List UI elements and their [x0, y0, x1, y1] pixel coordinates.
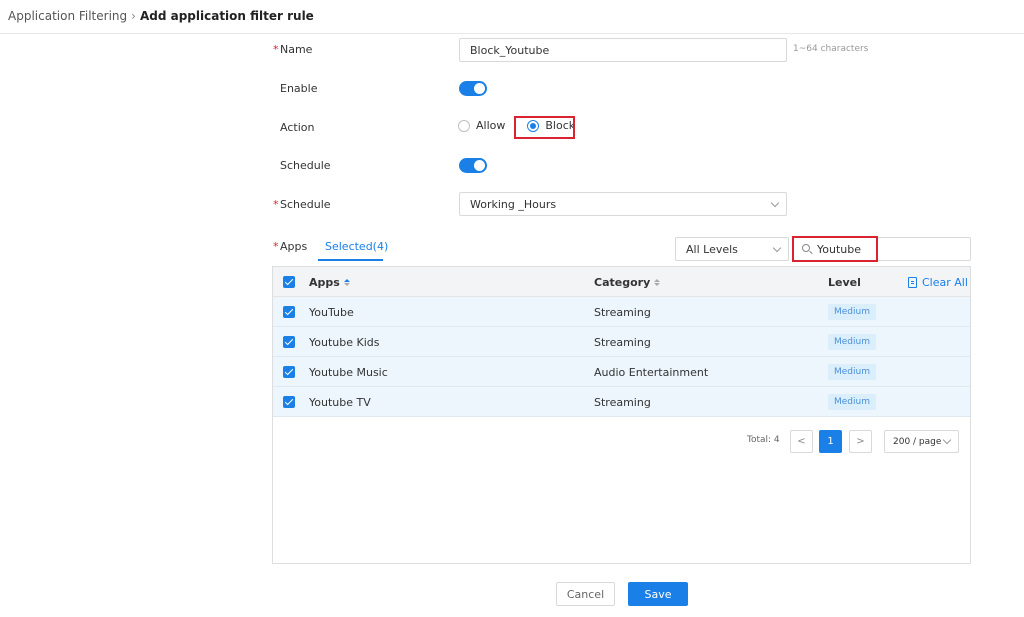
app-category: Streaming: [594, 335, 651, 349]
required-mark: *: [273, 198, 279, 211]
tab-selected[interactable]: Selected(4): [325, 240, 388, 253]
toggle-knob: [474, 83, 485, 94]
required-mark: *: [273, 43, 279, 56]
level-badge: Medium: [828, 394, 876, 410]
chevron-down-icon: [770, 198, 780, 208]
tab-active-indicator: [318, 259, 383, 261]
level-filter-value: All Levels: [686, 242, 738, 256]
table-row[interactable]: Youtube Kids Streaming Medium: [273, 327, 970, 357]
search-highlight-annotation: [792, 236, 878, 262]
schedule-select[interactable]: Working _Hours: [459, 192, 787, 216]
clear-all-label: Clear All: [922, 275, 968, 289]
row-checkbox[interactable]: [283, 396, 295, 408]
level-filter-select[interactable]: All Levels: [675, 237, 789, 261]
level-badge: Medium: [828, 364, 876, 380]
breadcrumb: Application Filtering › Add application …: [8, 9, 314, 23]
row-checkbox[interactable]: [283, 366, 295, 378]
select-all-checkbox[interactable]: [283, 276, 295, 288]
app-name: Youtube Music: [309, 365, 388, 379]
schedule-select-label: Schedule: [280, 198, 331, 211]
name-input[interactable]: Block_Youtube: [459, 38, 787, 62]
save-button[interactable]: Save: [628, 582, 688, 606]
column-level-label: Level: [828, 275, 861, 289]
chevron-down-icon: [942, 435, 952, 445]
table-row[interactable]: Youtube TV Streaming Medium: [273, 387, 970, 417]
sort-icon[interactable]: [343, 278, 350, 286]
clear-list-icon: [908, 276, 917, 288]
page-size-select[interactable]: 200 / page: [884, 430, 959, 453]
app-category: Audio Entertainment: [594, 365, 709, 379]
action-label: Action: [280, 121, 315, 134]
app-category: Streaming: [594, 395, 651, 409]
prev-page-button[interactable]: <: [790, 430, 813, 453]
chevron-down-icon: [772, 243, 782, 253]
schedule-select-value: Working _Hours: [470, 197, 557, 211]
table-row[interactable]: Youtube Music Audio Entertainment Medium: [273, 357, 970, 387]
header-divider: [0, 33, 1024, 34]
table-header: Apps Category Level Clear All: [273, 267, 970, 297]
row-checkbox[interactable]: [283, 336, 295, 348]
name-label: Name: [280, 43, 313, 56]
name-hint: 1~64 characters: [793, 44, 869, 54]
allow-radio-label[interactable]: Allow: [476, 119, 505, 132]
page-size-value: 200 / page: [893, 436, 942, 447]
block-highlight-annotation: [514, 116, 575, 139]
allow-radio[interactable]: [458, 119, 470, 132]
level-badge: Medium: [828, 334, 876, 350]
column-category[interactable]: Category: [594, 267, 661, 297]
page-title: Add application filter rule: [139, 9, 314, 23]
enable-toggle[interactable]: [459, 81, 487, 96]
breadcrumb-separator: ›: [131, 9, 136, 23]
table-row[interactable]: YouTube Streaming Medium: [273, 297, 970, 327]
level-badge: Medium: [828, 304, 876, 320]
apps-label: Apps: [280, 240, 308, 253]
cancel-button[interactable]: Cancel: [556, 582, 615, 606]
column-category-label: Category: [594, 275, 651, 289]
apps-table: Apps Category Level Clear All YouTube St…: [272, 266, 971, 564]
required-mark: *: [273, 240, 279, 253]
enable-label: Enable: [280, 82, 318, 95]
app-name: YouTube: [309, 305, 354, 319]
column-apps-label: Apps: [309, 275, 340, 289]
app-name: Youtube TV: [309, 395, 371, 409]
column-level: Level: [828, 267, 861, 297]
app-category: Streaming: [594, 305, 651, 319]
breadcrumb-parent-link[interactable]: Application Filtering: [8, 9, 127, 23]
schedule-toggle-label: Schedule: [280, 159, 331, 172]
schedule-toggle[interactable]: [459, 158, 487, 173]
next-page-button[interactable]: >: [849, 430, 872, 453]
clear-all-button[interactable]: Clear All: [908, 267, 968, 297]
pagination-total: Total: 4: [747, 435, 780, 445]
column-apps[interactable]: Apps: [309, 267, 350, 297]
toggle-knob: [474, 160, 485, 171]
app-name: Youtube Kids: [309, 335, 380, 349]
sort-icon[interactable]: [654, 278, 661, 286]
row-checkbox[interactable]: [283, 306, 295, 318]
page-1-button[interactable]: 1: [819, 430, 842, 453]
